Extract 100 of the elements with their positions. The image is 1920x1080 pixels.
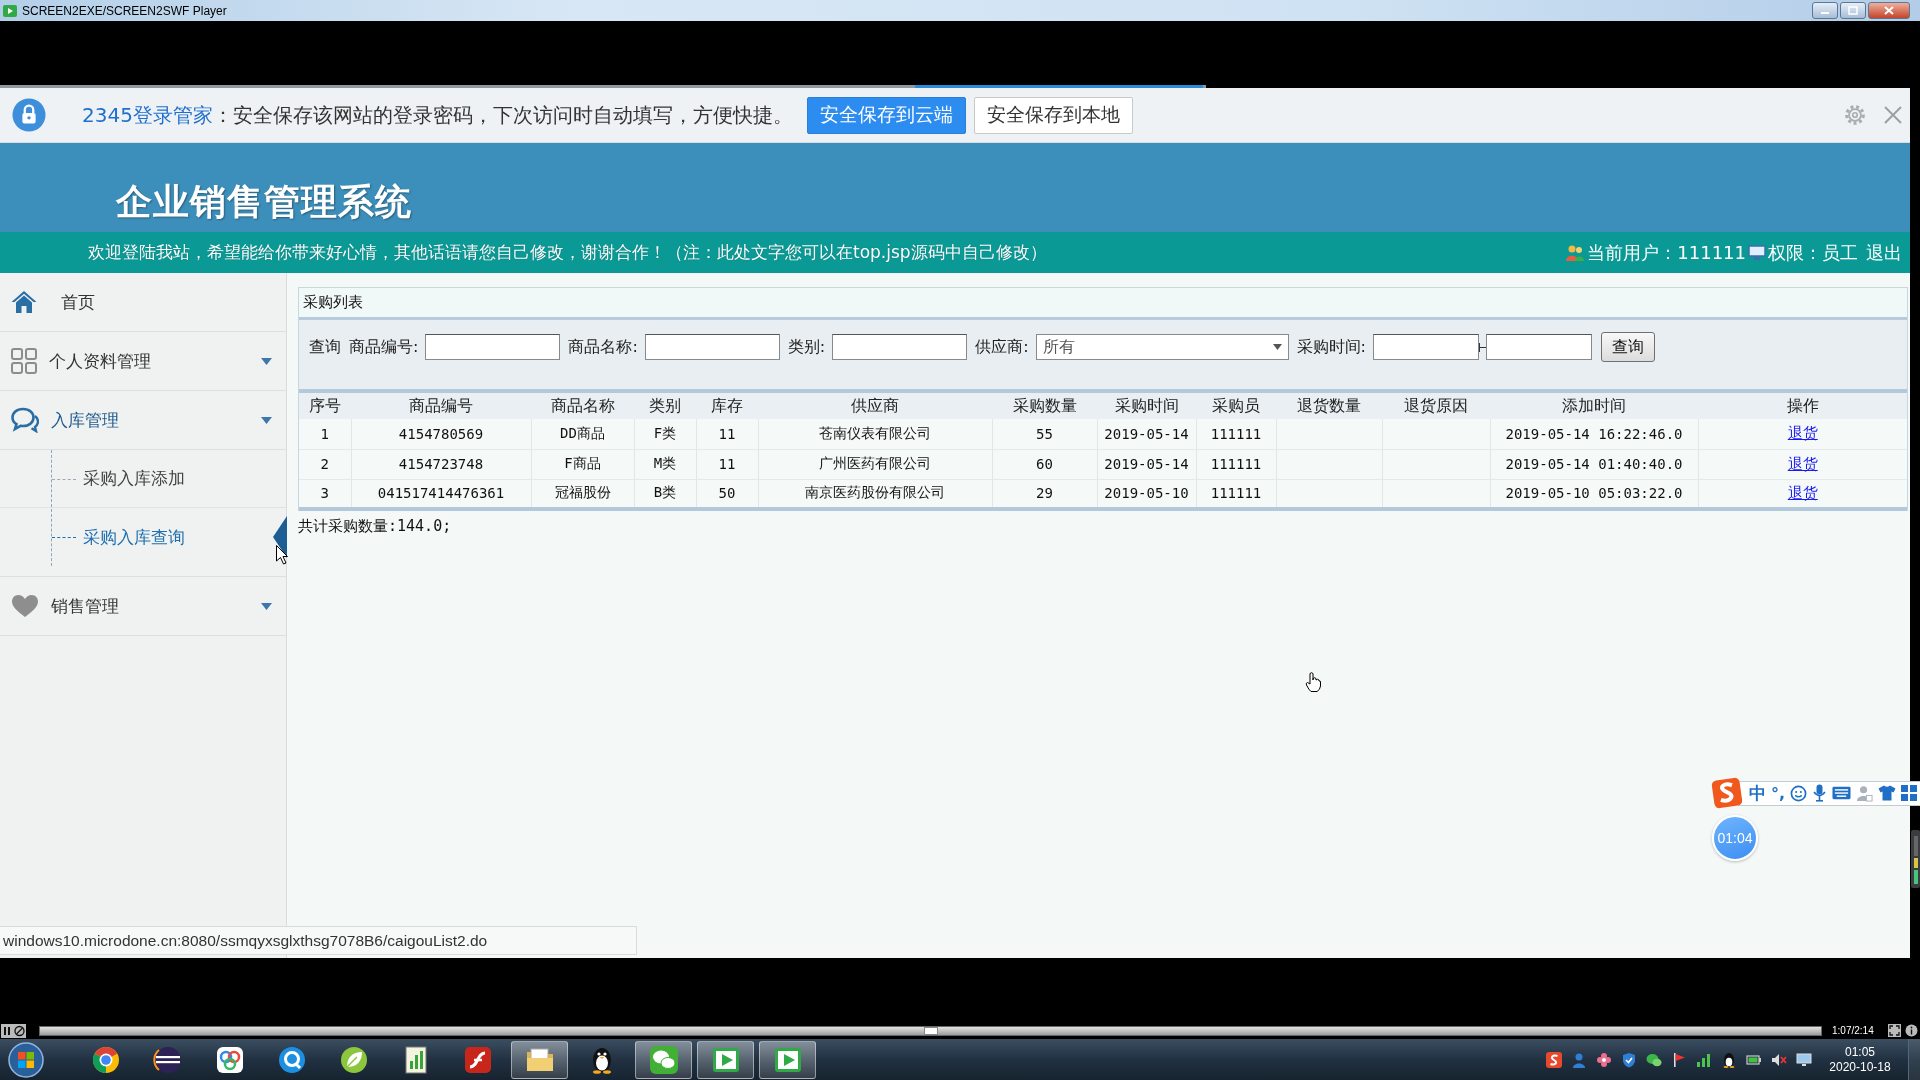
text-input[interactable] (425, 334, 561, 360)
table-cell: DD商品 (531, 419, 634, 449)
status-url: windows10.microdone.cn:8080/ssmqyxsglxthsg7078B6/caigouList2.do (0, 926, 637, 955)
keyboard-icon[interactable] (1832, 786, 1852, 800)
current-user-text: 当前用户：111111 (1587, 240, 1746, 265)
info-icon[interactable] (1905, 1024, 1918, 1037)
speech-bubbles-icon (11, 407, 39, 433)
field-label: 商品编号: (349, 336, 419, 358)
swoosh-tile-icon[interactable] (462, 1044, 493, 1075)
maximize-button[interactable] (1840, 2, 1866, 19)
playback-time: 1:07/2:14 (1832, 1025, 1875, 1036)
column-header: 退货数量 (1276, 391, 1382, 419)
column-header: 退货原因 (1382, 391, 1490, 419)
table-cell: 111111 (1196, 449, 1276, 479)
table-cell: 冠福股份 (531, 479, 634, 509)
taskbar-button[interactable] (697, 1040, 754, 1079)
column-header: 添加时间 (1490, 391, 1698, 419)
sidebar-item[interactable]: 首页 (0, 273, 286, 332)
maximize-icon (1848, 6, 1858, 15)
return-link[interactable]: 退货 (1787, 483, 1818, 502)
chat-bubbles-icon[interactable] (648, 1044, 679, 1075)
table-cell: F商品 (531, 449, 634, 479)
column-header: 商品名称 (531, 391, 634, 419)
table-cell: 60 (992, 449, 1097, 479)
arrow-cursor-icon (276, 545, 288, 565)
app-icon (3, 3, 17, 18)
caret-icon (261, 416, 272, 424)
table-cell: 111111 (1196, 419, 1276, 449)
signal-bars-icon[interactable] (1696, 1051, 1712, 1068)
logout-link[interactable]: 退出 (1866, 240, 1902, 265)
clock-time: 01:05 (1845, 1044, 1875, 1060)
striped-sphere-icon[interactable] (152, 1044, 183, 1075)
curve-tile-icon[interactable] (1710, 776, 1744, 810)
input-mode-toggle[interactable]: 中 (1749, 781, 1766, 805)
column-header: 供应商 (758, 391, 992, 419)
flower-icon[interactable] (1596, 1051, 1612, 1068)
person-icon[interactable] (1571, 1051, 1587, 1068)
monitor-icon[interactable] (1796, 1051, 1812, 1068)
dropdown[interactable]: 所有 (1035, 334, 1289, 360)
table-cell: 苍南仪表有限公司 (758, 419, 992, 449)
date-input[interactable] (1485, 334, 1592, 360)
table-cell: B类 (634, 479, 696, 509)
save-password-button[interactable]: 安全保存到本地 (973, 96, 1133, 134)
taskbar-button[interactable] (759, 1040, 816, 1079)
table-cell: 2 (299, 449, 351, 479)
flag-icon[interactable] (1671, 1051, 1687, 1068)
sidebar-subitem[interactable]: 采购入库添加 (0, 450, 286, 508)
column-header: 采购数量 (992, 391, 1097, 419)
computer-icon (1748, 244, 1766, 261)
table-cell: 29 (992, 479, 1097, 509)
table-cell: 4154780569 (351, 419, 531, 449)
progress-track[interactable] (39, 1025, 1822, 1036)
table-cell: 2019-05-14 (1097, 449, 1196, 479)
rounded-tile-icon[interactable] (214, 1044, 245, 1075)
taskbar-clock[interactable]: 01:05 2020-10-18 (1820, 1044, 1900, 1075)
microphone-icon[interactable] (1812, 784, 1828, 802)
circle-logo-icon[interactable] (90, 1044, 121, 1075)
hand-cursor-icon (1305, 672, 1321, 692)
sidebar-item[interactable]: 销售管理 (0, 577, 286, 636)
ring-icon[interactable] (276, 1044, 307, 1075)
minimize-button[interactable] (1812, 2, 1838, 19)
app-grid-icon[interactable] (1901, 785, 1918, 801)
sidebar-item[interactable]: 入库管理 (0, 391, 286, 450)
column-header: 序号 (299, 391, 351, 419)
pause-icon[interactable] (1, 1023, 13, 1038)
leaf-icon[interactable] (338, 1044, 369, 1075)
curve-tile-icon[interactable] (1546, 1051, 1562, 1068)
return-link[interactable]: 退货 (1787, 424, 1818, 443)
smiley-icon[interactable] (1790, 784, 1808, 802)
column-header: 采购员 (1196, 391, 1276, 419)
table-cell: 11 (696, 419, 758, 449)
return-link[interactable]: 退货 (1787, 454, 1818, 473)
date-input[interactable] (1372, 334, 1479, 360)
circle-slash-icon[interactable] (13, 1023, 26, 1038)
query-button[interactable]: 查询 (1600, 332, 1655, 362)
search-label: 查询 (309, 336, 341, 358)
table-cell: 2019-05-14 (1097, 419, 1196, 449)
sidebar-subitem[interactable]: 采购入库查询 (0, 508, 286, 566)
text-input[interactable] (644, 334, 780, 360)
shirt-icon[interactable] (1878, 785, 1897, 801)
role-text: 权限：员工 (1768, 240, 1858, 265)
taskbar-button[interactable] (511, 1040, 568, 1079)
text-input[interactable] (832, 334, 968, 360)
heart-icon (11, 594, 39, 618)
fullscreen-icon[interactable] (1888, 1024, 1901, 1037)
users-icon (1565, 243, 1586, 262)
punctuation-toggle[interactable]: °, (1771, 783, 1786, 803)
field-label: 采购时间: (1296, 336, 1366, 358)
caret-icon (261, 602, 272, 610)
table-cell: 4154723748 (351, 449, 531, 479)
close-button[interactable] (1868, 2, 1910, 19)
sidebar-item[interactable]: 个人资料管理 (0, 332, 286, 391)
progress-thumb[interactable] (923, 1026, 938, 1035)
penguin-icon[interactable] (1721, 1051, 1737, 1068)
chat-icon[interactable] (1646, 1051, 1662, 1068)
selection-marker-icon (273, 516, 287, 558)
field-label: 类别: (787, 336, 826, 358)
level-meter-icon (1911, 830, 1920, 888)
shield-icon[interactable] (1621, 1051, 1637, 1068)
taskbar-button[interactable] (635, 1040, 692, 1079)
